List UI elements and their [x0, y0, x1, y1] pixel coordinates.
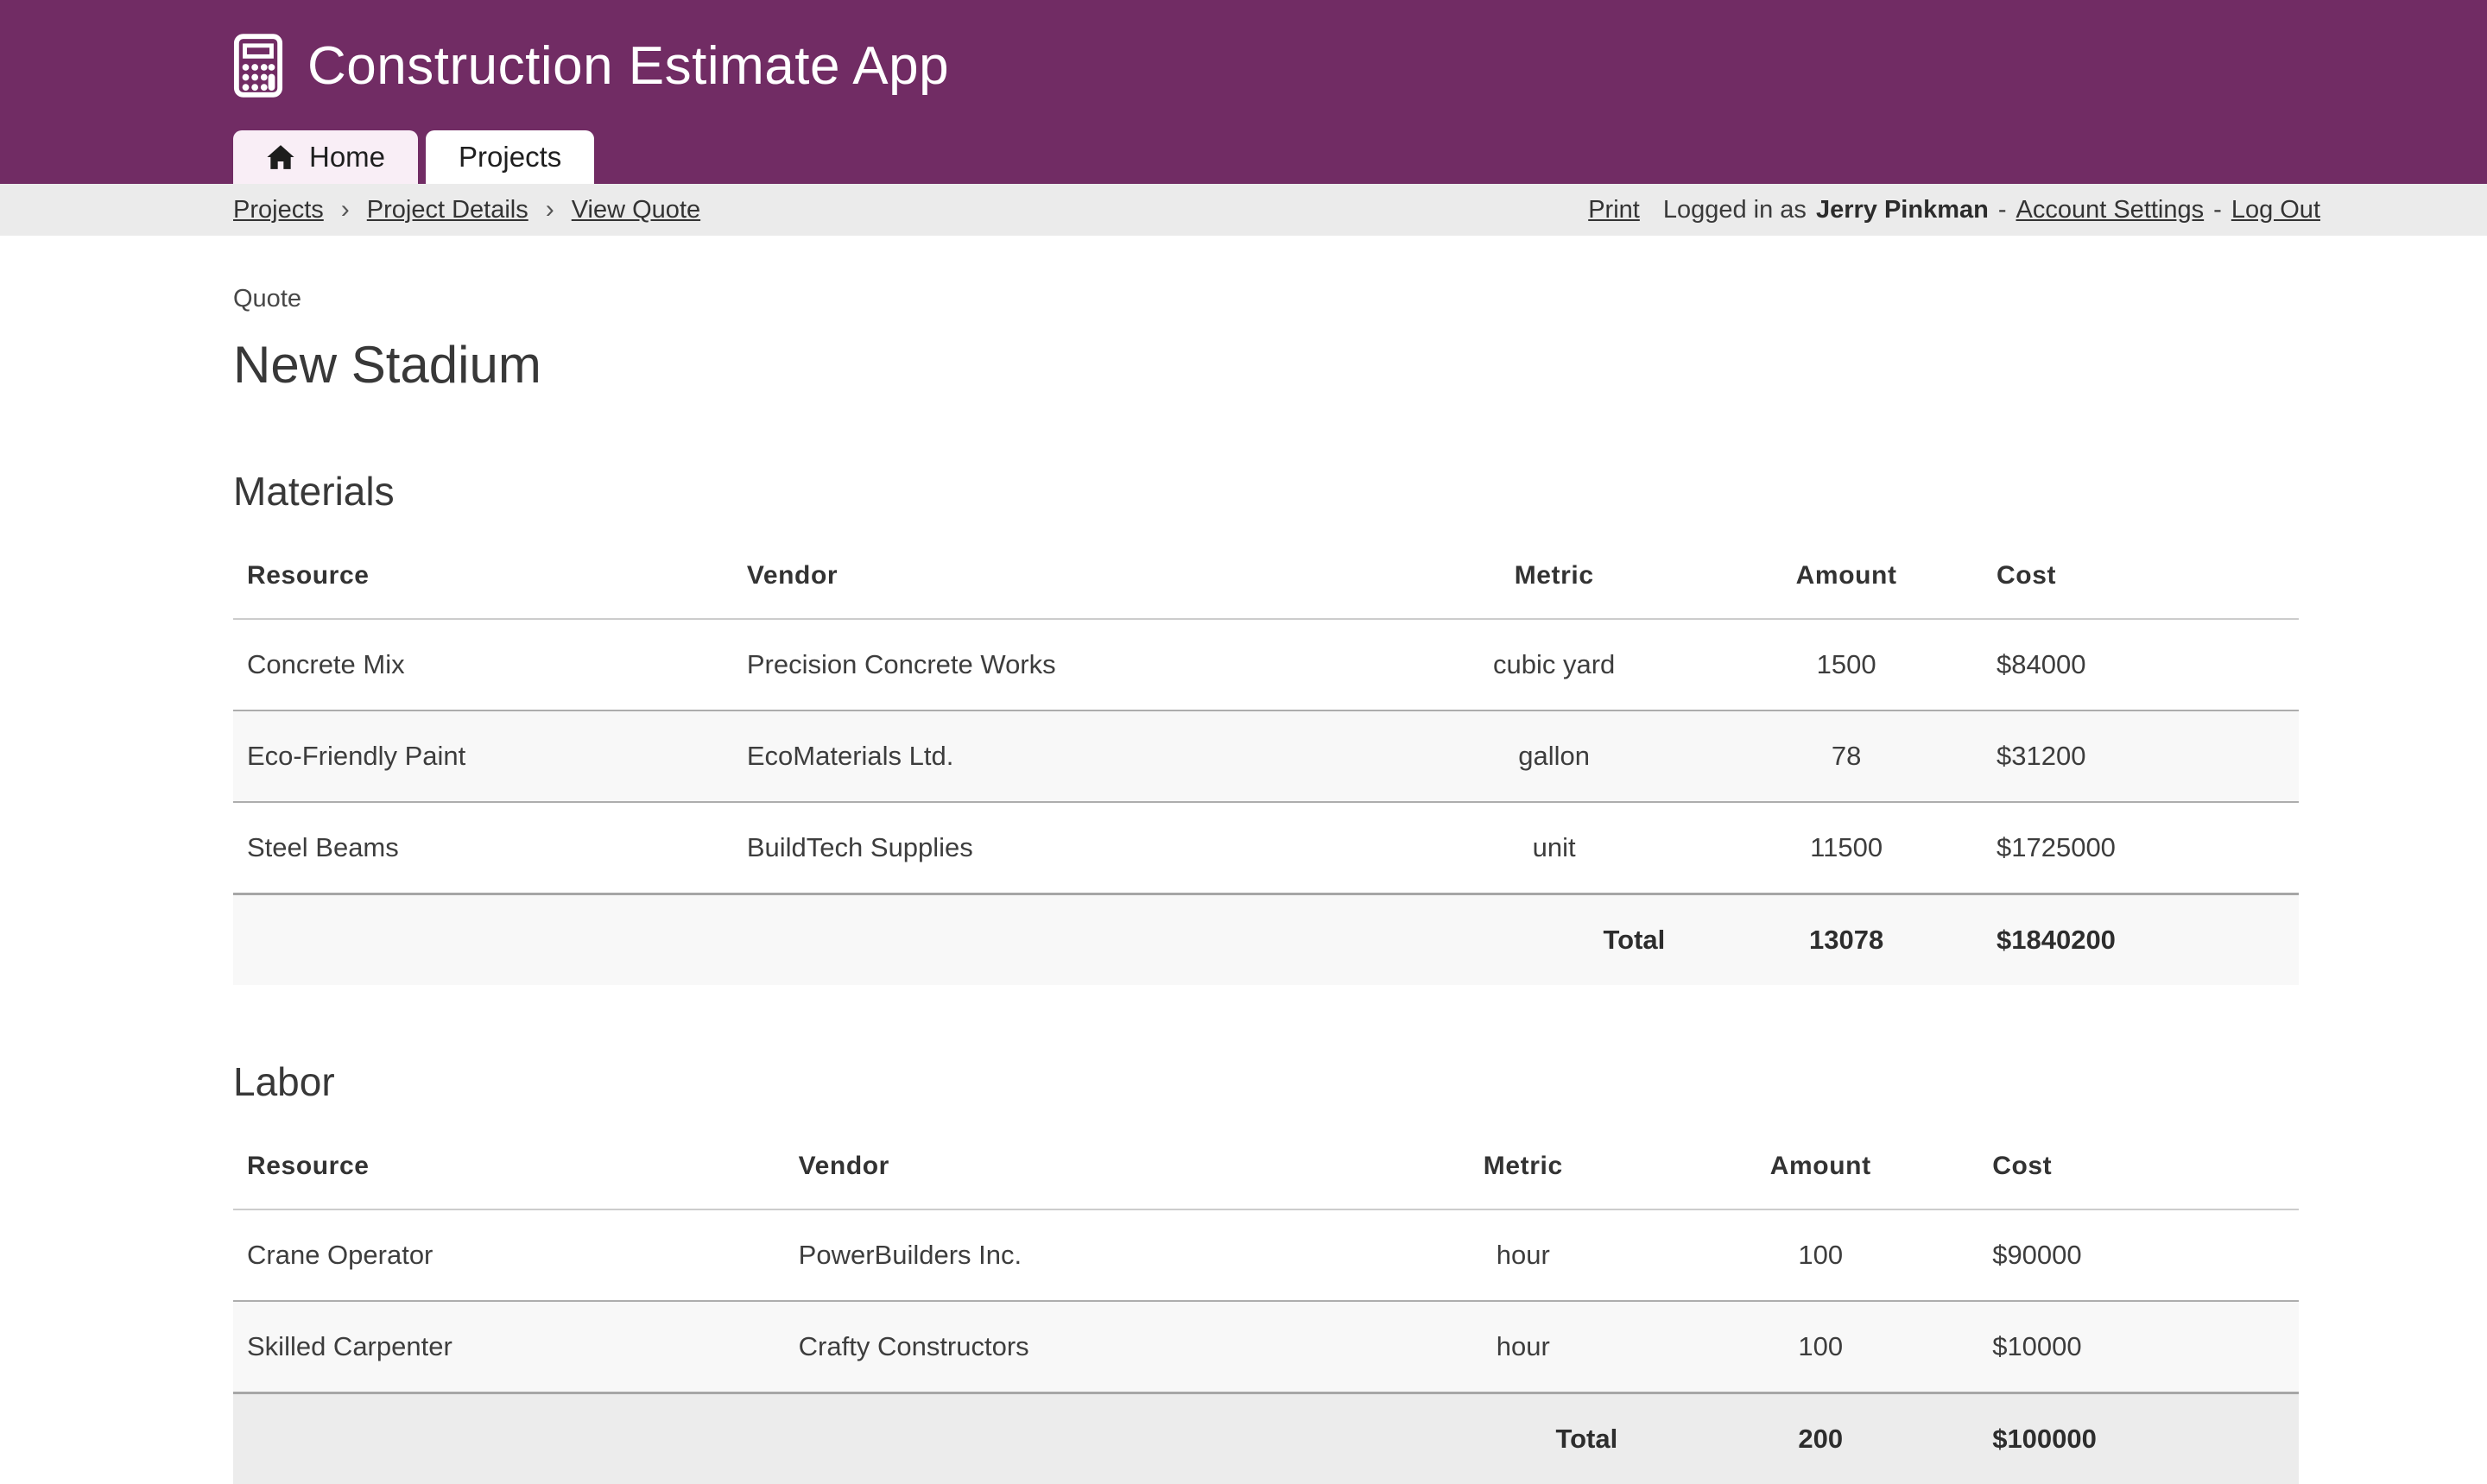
- cell-resource: Crane Operator: [233, 1209, 785, 1301]
- dash-separator: -: [1998, 196, 2007, 224]
- breadcrumb-link-projects[interactable]: Projects: [233, 196, 324, 224]
- cell-vendor: EcoMaterials Ltd.: [733, 710, 1398, 802]
- total-amount: 200: [1662, 1393, 1978, 1484]
- cell-resource: Concrete Mix: [233, 619, 733, 710]
- cell-resource: Skilled Carpenter: [233, 1301, 785, 1393]
- cell-empty: [233, 1393, 785, 1484]
- user-bar: Print Logged in as Jerry Pinkman - Accou…: [1588, 196, 2320, 224]
- app-header: Construction Estimate App Home Projects: [0, 0, 2487, 184]
- cell-amount: 1500: [1710, 619, 1983, 710]
- column-header: Resource: [233, 1127, 785, 1209]
- cell-resource: Steel Beams: [233, 802, 733, 894]
- column-header: Cost: [1983, 537, 2299, 619]
- breadcrumb-separator: ›: [546, 195, 554, 224]
- total-cost: $1840200: [1983, 894, 2299, 986]
- labor-section: Labor Resource Vendor Metric Amount Cost: [233, 1059, 2299, 1484]
- nav-tabs: Home Projects: [233, 130, 594, 184]
- total-cost: $100000: [1978, 1393, 2299, 1484]
- cell-amount: 100: [1662, 1301, 1978, 1393]
- cell-empty: [733, 894, 1398, 986]
- total-label: Total: [1383, 1393, 1662, 1484]
- cell-metric: cubic yard: [1398, 619, 1710, 710]
- cell-empty: [233, 894, 733, 986]
- tab-label: Home: [309, 141, 385, 174]
- main-content: Quote New Stadium Materials Resource Ven…: [233, 284, 2299, 1484]
- column-header: Amount: [1662, 1127, 1978, 1209]
- cell-cost: $10000: [1978, 1301, 2299, 1393]
- section-heading-materials: Materials: [233, 469, 2299, 515]
- cell-amount: 100: [1662, 1209, 1978, 1301]
- home-icon: [266, 144, 295, 170]
- app-root: Construction Estimate App Home Projects …: [0, 0, 2487, 1484]
- materials-table: Resource Vendor Metric Amount Cost Concr…: [233, 537, 2299, 985]
- cell-vendor: Crafty Constructors: [785, 1301, 1384, 1393]
- materials-section: Materials Resource Vendor Metric Amount …: [233, 469, 2299, 985]
- breadcrumb: Projects › Project Details › View Quote: [233, 195, 700, 224]
- cell-amount: 78: [1710, 710, 1983, 802]
- cell-resource: Eco-Friendly Paint: [233, 710, 733, 802]
- print-link[interactable]: Print: [1588, 196, 1640, 224]
- total-row: Total 200 $100000: [233, 1393, 2299, 1484]
- quote-eyebrow: Quote: [233, 284, 2299, 314]
- tab-projects[interactable]: Projects: [426, 130, 594, 184]
- column-header: Amount: [1710, 537, 1983, 619]
- column-header: Metric: [1398, 537, 1710, 619]
- tab-home[interactable]: Home: [233, 130, 418, 184]
- table-row: Eco-Friendly Paint EcoMaterials Ltd. gal…: [233, 710, 2299, 802]
- breadcrumb-link-project-details[interactable]: Project Details: [367, 196, 528, 224]
- page-title: New Stadium: [233, 335, 2299, 395]
- cell-vendor: BuildTech Supplies: [733, 802, 1398, 894]
- section-heading-labor: Labor: [233, 1059, 2299, 1105]
- cell-metric: hour: [1383, 1209, 1662, 1301]
- table-header-row: Resource Vendor Metric Amount Cost: [233, 1127, 2299, 1209]
- total-label: Total: [1398, 894, 1710, 986]
- account-settings-link[interactable]: Account Settings: [2016, 196, 2205, 224]
- cell-cost: $31200: [1983, 710, 2299, 802]
- total-row: Total 13078 $1840200: [233, 894, 2299, 986]
- brand: Construction Estimate App: [0, 0, 2487, 98]
- user-name: Jerry Pinkman: [1816, 196, 1989, 224]
- total-amount: 13078: [1710, 894, 1983, 986]
- calculator-icon: [233, 33, 283, 98]
- logged-in-text: Logged in as: [1663, 196, 1807, 224]
- column-header: Cost: [1978, 1127, 2299, 1209]
- cell-vendor: PowerBuilders Inc.: [785, 1209, 1384, 1301]
- table-row: Steel Beams BuildTech Supplies unit 1150…: [233, 802, 2299, 894]
- log-out-link[interactable]: Log Out: [2231, 196, 2320, 224]
- cell-cost: $84000: [1983, 619, 2299, 710]
- cell-metric: hour: [1383, 1301, 1662, 1393]
- cell-metric: gallon: [1398, 710, 1710, 802]
- app-title: Construction Estimate App: [307, 35, 949, 97]
- breadcrumb-link-view-quote[interactable]: View Quote: [572, 196, 700, 224]
- dash-separator: -: [2213, 196, 2222, 224]
- labor-table: Resource Vendor Metric Amount Cost Crane…: [233, 1127, 2299, 1484]
- cell-metric: unit: [1398, 802, 1710, 894]
- table-row: Concrete Mix Precision Concrete Works cu…: [233, 619, 2299, 710]
- column-header: Metric: [1383, 1127, 1662, 1209]
- tab-label: Projects: [459, 141, 561, 174]
- cell-amount: 11500: [1710, 802, 1983, 894]
- breadcrumb-bar: Projects › Project Details › View Quote …: [0, 184, 2487, 236]
- breadcrumb-separator: ›: [341, 195, 350, 224]
- column-header: Vendor: [785, 1127, 1384, 1209]
- table-row: Crane Operator PowerBuilders Inc. hour 1…: [233, 1209, 2299, 1301]
- table-row: Skilled Carpenter Crafty Constructors ho…: [233, 1301, 2299, 1393]
- table-header-row: Resource Vendor Metric Amount Cost: [233, 537, 2299, 619]
- cell-cost: $90000: [1978, 1209, 2299, 1301]
- cell-empty: [785, 1393, 1384, 1484]
- cell-cost: $1725000: [1983, 802, 2299, 894]
- cell-vendor: Precision Concrete Works: [733, 619, 1398, 710]
- column-header: Vendor: [733, 537, 1398, 619]
- column-header: Resource: [233, 537, 733, 619]
